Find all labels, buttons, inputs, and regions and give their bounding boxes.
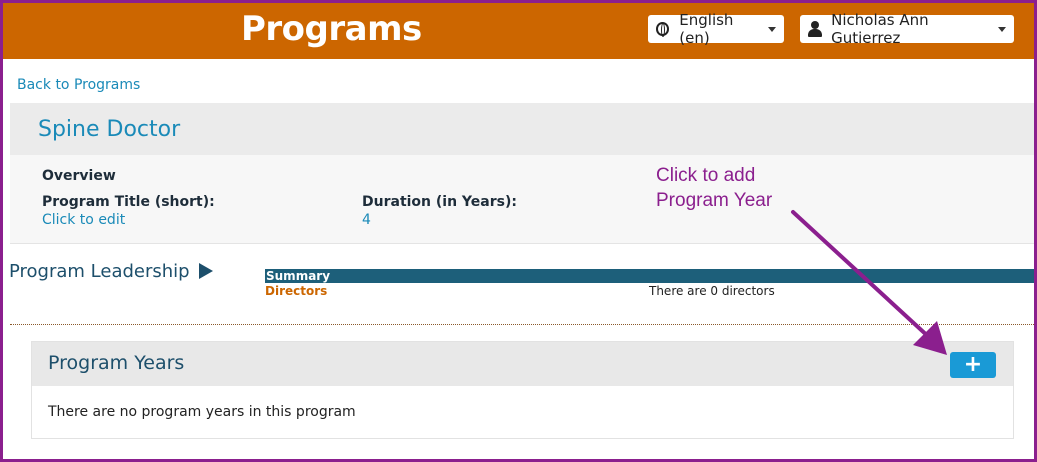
language-label: English (en) [679, 11, 734, 47]
annotation-callout: Click to add Program Year [656, 163, 772, 213]
program-leadership-toggle[interactable]: Program Leadership [9, 261, 190, 282]
back-to-programs-link[interactable]: Back to Programs [17, 77, 140, 93]
chevron-down-icon [768, 26, 776, 32]
user-menu[interactable]: Nicholas Ann Gutierrez [800, 11, 1014, 47]
overview-heading: Overview [42, 168, 116, 184]
annotation-line-2: Program Year [656, 190, 773, 211]
short-title-label: Program Title (short): [42, 194, 215, 210]
user-icon [808, 21, 823, 37]
program-name: Spine Doctor [38, 117, 181, 142]
annotation-line-1: Click to add [656, 165, 756, 186]
program-years-empty-message: There are no program years in this progr… [48, 404, 356, 420]
leadership-summary-bar: Summary [265, 269, 1034, 283]
directors-count: There are 0 directors [649, 284, 775, 298]
program-years-title: Program Years [48, 352, 185, 374]
user-name: Nicholas Ann Gutierrez [831, 11, 929, 47]
program-overview: Overview Program Title (short): Click to… [10, 155, 1034, 244]
chevron-down-icon [998, 26, 1006, 32]
top-navigation-bar: Programs English (en) Nicholas Ann Gutie… [3, 3, 1034, 59]
add-program-year-button[interactable]: + [950, 352, 996, 378]
globe-icon [656, 22, 670, 37]
program-years-header: Program Years + [32, 342, 1013, 386]
duration-label: Duration (in Years): [362, 194, 517, 210]
program-years-panel: Program Years + There are no program yea… [31, 341, 1014, 439]
section-divider [10, 324, 1034, 325]
expand-triangle-icon[interactable] [199, 263, 213, 279]
directors-label: Directors [265, 284, 328, 298]
screenshot-frame: Programs English (en) Nicholas Ann Gutie… [0, 0, 1037, 462]
short-title-edit[interactable]: Click to edit [42, 212, 125, 228]
plus-icon: + [963, 352, 983, 377]
language-selector[interactable]: English (en) [648, 11, 784, 47]
page-title: Programs [241, 9, 422, 49]
program-header: Spine Doctor [10, 103, 1034, 155]
duration-value[interactable]: 4 [362, 212, 371, 228]
